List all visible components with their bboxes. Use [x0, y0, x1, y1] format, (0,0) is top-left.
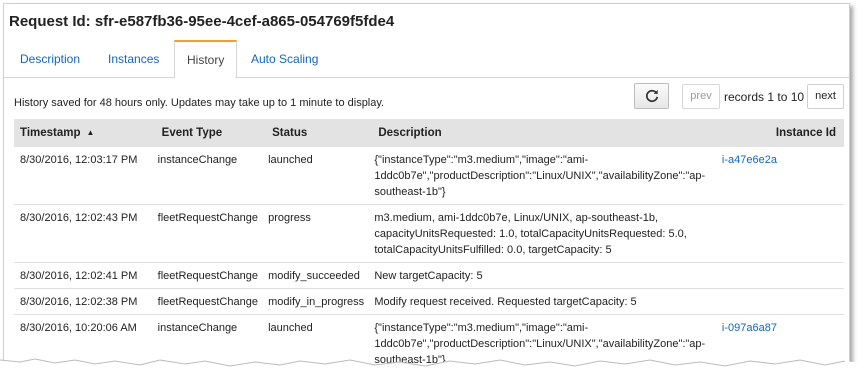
request-history-panel: Request Id: sfr-e587fb36-95ee-4cef-a865-…: [3, 3, 850, 375]
table-header-row: Timestamp ▲ Event Type Status Description…: [14, 119, 844, 147]
tab-instances[interactable]: Instances: [108, 40, 159, 78]
cell-event-type: fleetRequestChange: [153, 262, 265, 289]
cell-description: New targetCapacity: 5: [370, 262, 718, 289]
header-instance-id[interactable]: Instance Id: [717, 119, 844, 147]
table-row: 8/30/2016, 12:02:43 PM fleetRequestChang…: [14, 204, 844, 263]
header-timestamp[interactable]: Timestamp ▲: [14, 119, 154, 147]
cell-description: {"instanceType":"m3.medium","image":"ami…: [370, 147, 718, 205]
next-button[interactable]: next: [807, 84, 844, 109]
cell-event-type: fleetRequestChange: [153, 288, 265, 315]
cell-timestamp: 8/30/2016, 12:02:38 PM: [14, 288, 154, 315]
cell-description: m3.medium, ami-1ddc0b7e, Linux/UNIX, ap-…: [370, 204, 718, 263]
prev-button[interactable]: prev: [682, 84, 720, 109]
header-description[interactable]: Description: [370, 119, 718, 147]
records-range: records 1 to 10: [724, 90, 805, 104]
header-event-type[interactable]: Event Type: [153, 119, 265, 147]
history-info-text: History saved for 48 hours only. Updates…: [14, 97, 385, 109]
cell-instance-id: [717, 288, 844, 315]
torn-edge: [0, 358, 860, 378]
cell-timestamp: 8/30/2016, 12:02:43 PM: [14, 204, 154, 263]
tab-auto-scaling[interactable]: Auto Scaling: [251, 40, 318, 78]
cell-event-type: instanceChange: [153, 147, 265, 205]
tab-bar: Description Instances History Auto Scali…: [4, 40, 849, 79]
table-row: 8/30/2016, 12:02:41 PM fleetRequestChang…: [14, 262, 844, 289]
instance-link[interactable]: i-097a6a87: [722, 322, 777, 334]
header-status[interactable]: Status: [264, 119, 371, 147]
table-row: 8/30/2016, 12:03:17 PM instanceChange la…: [14, 147, 844, 205]
table-row: 8/30/2016, 12:02:38 PM fleetRequestChang…: [14, 288, 844, 315]
tab-history[interactable]: History: [174, 40, 238, 79]
cell-status: progress: [264, 204, 371, 263]
refresh-button[interactable]: [634, 83, 669, 109]
cell-timestamp: 8/30/2016, 12:02:41 PM: [14, 262, 154, 289]
cell-instance-id: [717, 262, 844, 289]
tab-description[interactable]: Description: [20, 40, 80, 78]
cell-instance-id: i-a47e6e2a: [717, 147, 844, 205]
cell-timestamp: 8/30/2016, 12:03:17 PM: [14, 147, 154, 205]
cell-instance-id: [717, 204, 844, 263]
page-title: Request Id: sfr-e587fb36-95ee-4cef-a865-…: [9, 13, 395, 30]
cell-status: launched: [264, 147, 371, 205]
cell-status: modify_succeeded: [264, 262, 371, 289]
cell-status: modify_in_progress: [264, 288, 371, 315]
cell-event-type: fleetRequestChange: [153, 204, 265, 263]
refresh-icon: [645, 89, 658, 103]
instance-link[interactable]: i-a47e6e2a: [722, 154, 777, 166]
cell-description: Modify request received. Requested targe…: [370, 288, 718, 315]
sort-ascending-icon: ▲: [86, 128, 95, 137]
history-table: Timestamp ▲ Event Type Status Description…: [14, 119, 844, 373]
